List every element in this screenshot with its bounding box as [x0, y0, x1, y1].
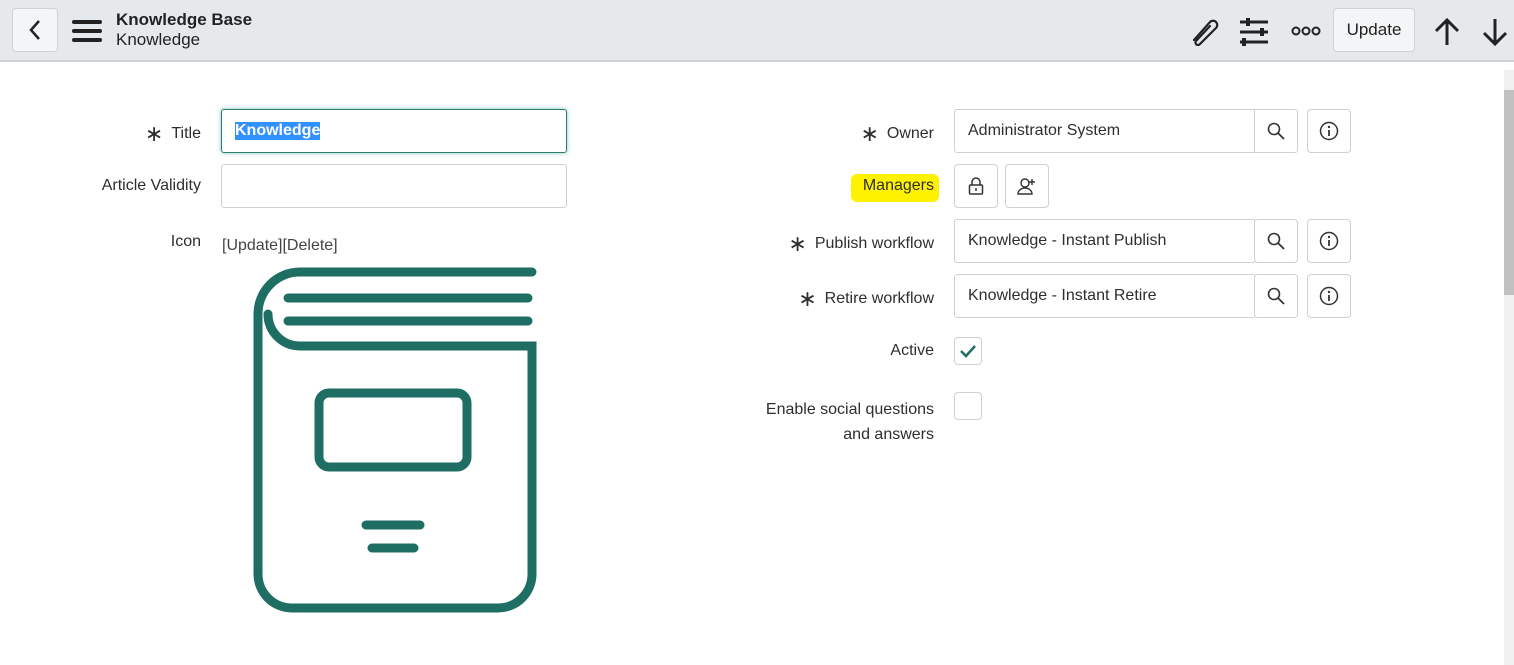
- search-icon: [1267, 232, 1285, 250]
- icon-delete-link[interactable]: [Delete]: [282, 237, 337, 254]
- managers-label: Managers: [862, 177, 934, 194]
- knowledge-book-icon: [253, 267, 537, 613]
- publish-workflow-info-button[interactable]: [1307, 219, 1351, 263]
- retire-workflow-input[interactable]: Knowledge - Instant Retire: [954, 274, 1256, 318]
- add-user-icon: [1017, 178, 1035, 195]
- search-icon: [1267, 122, 1285, 140]
- scrollbar[interactable]: [1504, 70, 1514, 665]
- social-qa-label: Enable social questions and answers: [765, 401, 934, 443]
- retire-workflow-info-button[interactable]: [1307, 274, 1351, 318]
- hamburger-menu-icon[interactable]: [72, 20, 102, 42]
- required-asterisk-icon: ∗: [860, 121, 879, 146]
- owner-label: ∗ Owner: [860, 121, 934, 146]
- required-asterisk-icon: ∗: [788, 231, 807, 256]
- record-title: Knowledge Base: [116, 10, 253, 29]
- owner-info-button[interactable]: [1307, 109, 1351, 153]
- active-label: Active: [890, 342, 934, 359]
- required-asterisk-icon: ∗: [798, 286, 817, 311]
- next-record-arrow-down-icon[interactable]: [1482, 17, 1508, 47]
- managers-add-me-button[interactable]: [1005, 164, 1049, 208]
- paperclip-icon[interactable]: [1188, 16, 1220, 46]
- info-icon: [1319, 121, 1339, 141]
- previous-record-arrow-up-icon[interactable]: [1434, 17, 1460, 47]
- icon-label: Icon: [170, 233, 201, 250]
- active-checkbox[interactable]: [954, 337, 982, 365]
- info-icon: [1319, 286, 1339, 306]
- publish-workflow-input[interactable]: Knowledge - Instant Publish: [954, 219, 1256, 263]
- article-validity-label: Article Validity: [101, 177, 201, 194]
- managers-unlock-button[interactable]: [954, 164, 998, 208]
- owner-lookup-button[interactable]: [1254, 109, 1298, 153]
- title-input[interactable]: Knowledge: [221, 109, 567, 153]
- retire-workflow-lookup-button[interactable]: [1254, 274, 1298, 318]
- publish-workflow-label: ∗ Publish workflow: [788, 231, 934, 256]
- info-icon: [1319, 231, 1339, 251]
- required-asterisk-icon: ∗: [144, 121, 164, 146]
- more-options-icon[interactable]: [1291, 25, 1321, 37]
- lock-icon: [968, 177, 984, 195]
- record-subtitle: Knowledge: [116, 30, 201, 49]
- settings-sliders-icon[interactable]: [1240, 18, 1270, 46]
- back-button[interactable]: [12, 8, 58, 52]
- icon-update-link[interactable]: [Update]: [222, 237, 282, 254]
- checkmark-icon: [960, 345, 976, 358]
- chevron-left-icon: [29, 20, 40, 40]
- title-label: ∗ Title: [144, 121, 201, 146]
- update-button[interactable]: Update: [1333, 8, 1415, 52]
- publish-workflow-lookup-button[interactable]: [1254, 219, 1298, 263]
- article-validity-input[interactable]: [221, 164, 567, 208]
- social-qa-checkbox[interactable]: [954, 392, 982, 420]
- search-icon: [1267, 287, 1285, 305]
- owner-input[interactable]: Administrator System: [954, 109, 1256, 153]
- retire-workflow-label: ∗ Retire workflow: [798, 286, 934, 311]
